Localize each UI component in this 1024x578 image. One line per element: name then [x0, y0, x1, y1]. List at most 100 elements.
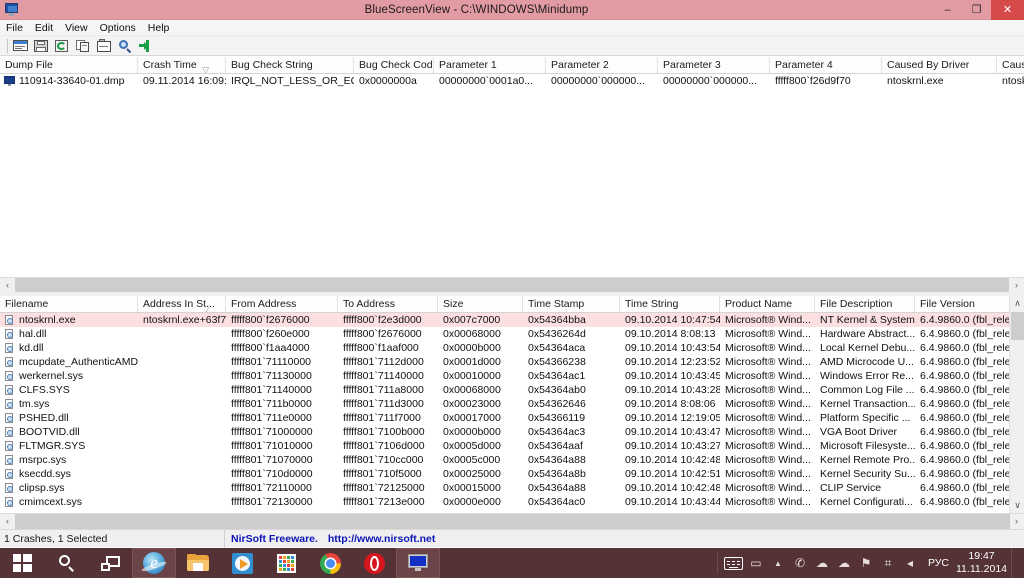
driver-list-vscrollbar[interactable]: ∧ ∨ — [1009, 296, 1024, 513]
scroll-right-icon[interactable]: › — [1009, 277, 1024, 293]
table-row[interactable]: BOOTVID.dll fffff801`71000000 fffff801`710… — [0, 425, 1024, 439]
scroll-left-icon-2[interactable]: ‹ — [0, 513, 15, 529]
clock[interactable]: 19:47 11.11.2014 — [956, 550, 1011, 576]
driver-list-rows[interactable]: ntoskrnl.exe ntoskrnl.exe+63f70 fffff800`f… — [0, 313, 1024, 513]
save-icon[interactable] — [32, 37, 52, 54]
task-view-button[interactable] — [88, 548, 132, 578]
driver-list-panel[interactable]: Filename Address In St... ⁄ From Address To … — [0, 296, 1024, 513]
battery-icon[interactable]: ▭ — [745, 548, 767, 578]
properties-alt-icon[interactable] — [95, 37, 115, 54]
column-header-parameter-4[interactable]: Parameter 4 — [770, 57, 882, 73]
crash-list-panel[interactable]: Dump File Crash Time ▽ Bug Check String Bug … — [0, 57, 1024, 277]
scroll-down-icon[interactable]: ∨ — [1010, 498, 1024, 513]
column-header-label: File Description — [820, 298, 893, 310]
table-cell: fffff801`711b0000 — [231, 398, 312, 410]
touch-keyboard-icon[interactable] — [723, 548, 745, 578]
copy-icon[interactable] — [74, 37, 94, 54]
exit-icon[interactable] — [137, 37, 157, 54]
start-button[interactable] — [0, 548, 44, 578]
minimize-button[interactable]: – — [933, 0, 962, 20]
column-header-time-string[interactable]: Time String — [620, 296, 720, 312]
column-header-product-name[interactable]: Product Name — [720, 296, 815, 312]
column-header-bug-check-code[interactable]: Bug Check Code — [354, 57, 434, 73]
show-hidden-icons-icon[interactable]: ▲ — [767, 548, 789, 578]
table-row[interactable]: tm.sys fffff801`711b0000 fffff801`711d3000… — [0, 397, 1024, 411]
crash-list-hscrollbar[interactable]: ‹ › — [0, 277, 1024, 293]
hscroll-thumb[interactable] — [15, 277, 1009, 293]
table-row[interactable]: mcupdate_AuthenticAMD.dll fffff801`711100… — [0, 355, 1024, 369]
column-header-from-address[interactable]: From Address — [226, 296, 338, 312]
menu-item-options[interactable]: Options — [94, 20, 142, 36]
maximize-button[interactable]: ❐ — [962, 0, 991, 20]
column-header-parameter-3[interactable]: Parameter 3 — [658, 57, 770, 73]
action-center-flag-icon[interactable]: ⚑ — [855, 548, 877, 578]
column-header-time-stamp[interactable]: Time Stamp — [523, 296, 620, 312]
column-header-size[interactable]: Size — [438, 296, 523, 312]
notifications-bell-icon[interactable]: ✆ — [789, 548, 811, 578]
table-cell: 0x54364ac3 — [528, 426, 586, 438]
table-row[interactable]: ksecdd.sys fffff801`710d0000 fffff801`710f… — [0, 467, 1024, 481]
column-header-dump-file[interactable]: Dump File — [0, 57, 138, 73]
table-row[interactable]: werkernel.sys fffff801`71130000 fffff801`7… — [0, 369, 1024, 383]
table-row[interactable]: msrpc.sys fffff801`71070000 fffff801`710cc… — [0, 453, 1024, 467]
refresh-icon[interactable] — [53, 37, 73, 54]
file-explorer-button[interactable] — [176, 548, 220, 578]
onedrive-sync-icon[interactable]: ☁ — [811, 548, 833, 578]
menu-item-edit[interactable]: Edit — [29, 20, 59, 36]
table-row[interactable]: FLTMGR.SYS fffff801`71010000 fffff801`7106… — [0, 439, 1024, 453]
onedrive-icon[interactable]: ☁ — [833, 548, 855, 578]
store-apps-button[interactable] — [264, 548, 308, 578]
table-row[interactable]: kd.dll fffff800`f1aa4000 fffff800`f1aaf000… — [0, 341, 1024, 355]
title-bar[interactable]: BlueScreenView - C:\WINDOWS\Minidump – ❐… — [0, 0, 1024, 20]
column-header-caused-by-driver[interactable]: Caused By Driver — [882, 57, 997, 73]
hscroll-track-2[interactable] — [15, 513, 1010, 529]
column-header-bug-check-string[interactable]: Bug Check String — [226, 57, 354, 73]
internet-explorer-button[interactable]: e — [132, 548, 176, 578]
search-button[interactable] — [44, 548, 88, 578]
close-button[interactable]: ✕ — [991, 0, 1024, 20]
driver-list-header: Filename Address In St... ⁄ From Address To … — [0, 296, 1024, 313]
network-icon[interactable]: ⌗ — [877, 548, 899, 578]
crash-list-rows[interactable]: 110914-33640-01.dmp 09.11.2014 16:09:58 IR… — [0, 74, 1024, 277]
table-row[interactable]: ntoskrnl.exe ntoskrnl.exe+63f70 fffff800`f… — [0, 313, 1024, 327]
column-header-to-address[interactable]: To Address — [338, 296, 438, 312]
resize-grip[interactable] — [1008, 530, 1024, 548]
menu-item-view[interactable]: View — [59, 20, 94, 36]
show-desktop-button[interactable] — [1011, 548, 1018, 578]
table-row[interactable]: clipsp.sys fffff801`72110000 fffff801`7212… — [0, 481, 1024, 495]
chrome-button[interactable] — [308, 548, 352, 578]
scroll-left-icon[interactable]: ‹ — [0, 277, 15, 293]
table-row[interactable]: CLFS.SYS fffff801`71140000 fffff801`711a80… — [0, 383, 1024, 397]
column-header-address-in-st[interactable]: Address In St... ⁄ — [138, 296, 226, 312]
driver-list-hscrollbar[interactable]: ‹ › — [0, 513, 1024, 529]
column-header-caused-by-address[interactable]: Caused By Address — [997, 57, 1024, 73]
table-row[interactable]: cmimcext.sys fffff801`72130000 fffff801`72… — [0, 495, 1024, 509]
bluescreenview-button[interactable] — [396, 548, 440, 578]
column-header-file-description[interactable]: File Description — [815, 296, 915, 312]
table-row[interactable]: 110914-33640-01.dmp 09.11.2014 16:09:58 IR… — [0, 74, 1024, 88]
menu-item-file[interactable]: File — [0, 20, 29, 36]
properties-icon[interactable] — [11, 37, 31, 54]
column-header-parameter-2[interactable]: Parameter 2 — [546, 57, 658, 73]
scroll-right-icon-2[interactable]: › — [1009, 513, 1024, 529]
menu-item-help[interactable]: Help — [142, 20, 176, 36]
volume-muted-icon[interactable]: ◂ — [899, 548, 921, 578]
find-icon[interactable] — [116, 37, 136, 54]
column-header-crash-time[interactable]: Crash Time ▽ — [138, 57, 226, 73]
column-header-file-version[interactable]: File Version — [915, 296, 1022, 312]
table-row[interactable]: PSHED.dll fffff801`711e0000 fffff801`711f7… — [0, 411, 1024, 425]
hscroll-thumb-2[interactable] — [15, 513, 1010, 529]
media-player-button[interactable] — [220, 548, 264, 578]
nirsoft-link[interactable]: http://www.nirsoft.net — [328, 533, 436, 545]
column-header-filename[interactable]: Filename — [0, 296, 138, 312]
column-header-parameter-1[interactable]: Parameter 1 — [434, 57, 546, 73]
opera-button[interactable] — [352, 548, 396, 578]
table-cell: 0x54364aca — [528, 342, 586, 354]
scroll-up-icon[interactable]: ∧ — [1010, 296, 1024, 311]
vscroll-thumb[interactable] — [1011, 312, 1024, 340]
language-indicator[interactable]: РУС — [921, 557, 956, 569]
table-row[interactable]: hal.dll fffff800`f260e000 fffff800`f267600… — [0, 327, 1024, 341]
hscroll-track[interactable] — [15, 277, 1009, 293]
table-cell: 09.10.2014 8:08:06 — [625, 398, 716, 410]
table-cell: 6.4.9860.0 (fbl_rele... — [920, 454, 1020, 466]
